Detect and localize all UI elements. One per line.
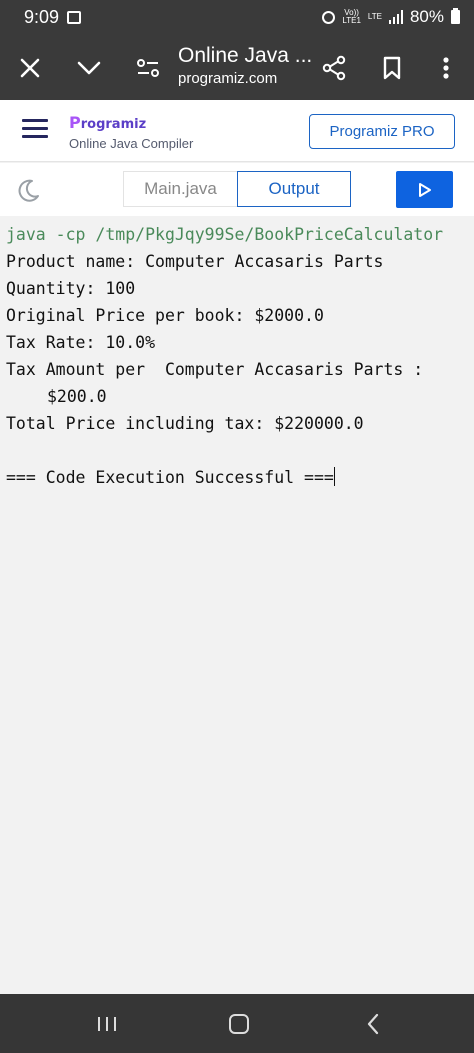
output-console[interactable]: java -cp /tmp/PkgJqy99Se/BookPriceCalcul… [0,216,474,994]
run-button[interactable] [396,171,453,208]
clock: 9:09 [24,7,60,27]
dark-mode-icon[interactable] [16,177,42,203]
compiler-subtitle: Online Java Compiler [69,136,194,151]
output-status-line: === Code Execution Successful === [6,467,335,487]
page-info-icon[interactable] [126,46,170,90]
lte-indicator: LTE [367,12,382,21]
recent-apps-icon[interactable] [85,1006,129,1042]
output-line: Original Price per book: $2000.0 [6,306,324,325]
programiz-logo[interactable]: Programiz [69,113,146,132]
system-navbar [0,994,474,1053]
bookmark-icon[interactable] [370,46,414,90]
battery-icon [451,8,460,24]
page-title[interactable]: Online Java ... [178,44,312,68]
share-icon[interactable] [312,46,356,90]
output-blank-line [6,437,474,464]
tab-output[interactable]: Output [237,171,351,207]
more-vert-icon[interactable] [424,46,468,90]
back-icon[interactable] [351,1006,395,1042]
tab-main-java[interactable]: Main.java [123,171,237,207]
output-command-line: java -cp /tmp/PkgJqy99Se/BookPriceCalcul… [6,225,444,244]
site-header: Programiz Online Java Compiler Programiz… [0,100,474,162]
output-line: Quantity: 100 [6,279,136,298]
output-line: $200.0 [47,387,107,406]
browser-toolbar: Online Java ... programiz.com [0,36,474,100]
alarm-icon [322,10,336,24]
status-icons: Vo)) LTE1 LTE 80% [322,7,460,27]
output-line: Tax Amount per Computer Accasaris Parts … [6,360,424,379]
play-icon [418,182,431,197]
output-line: Tax Rate: 10.0% [6,333,156,352]
text-cursor [333,467,335,486]
page-url[interactable]: programiz.com [178,70,277,87]
menu-icon[interactable] [22,119,48,139]
programiz-pro-button[interactable]: Programiz PRO [309,114,455,149]
volte-indicator: Vo)) LTE1 [342,8,361,25]
output-line: Total Price including tax: $220000.0 [6,414,364,433]
status-bar: 9:09 Vo)) LTE1 LTE 80% [0,0,474,36]
editor-tabbar: Main.java Output [0,163,474,216]
home-icon[interactable] [217,1006,261,1042]
gallery-notification-icon [67,11,81,24]
close-icon[interactable] [8,46,52,90]
chevron-down-icon[interactable] [67,46,111,90]
output-line: Product name: Computer Accasaris Parts [6,252,384,271]
signal-icon [388,10,403,24]
logo-mark-icon: P [69,113,81,132]
battery-percent: 80% [409,7,444,26]
